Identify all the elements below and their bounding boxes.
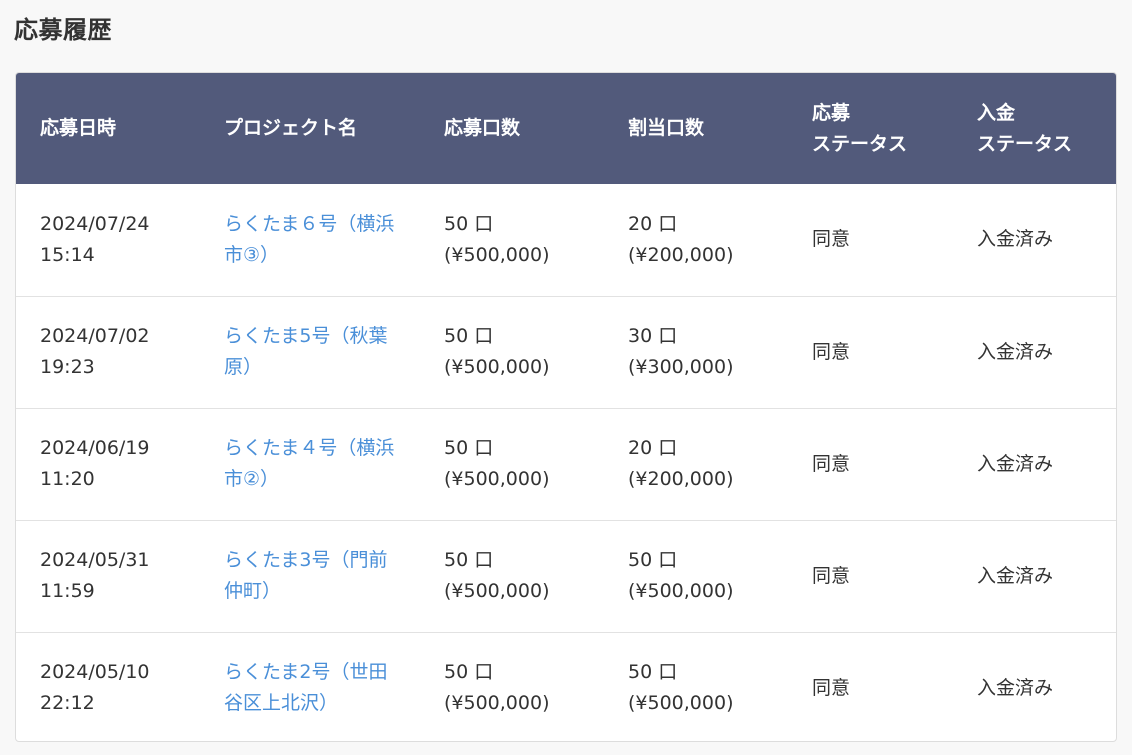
header-project: プロジェクト名	[224, 117, 358, 139]
cell-date: 2024/07/02 19:23	[16, 296, 224, 408]
cell-allocated: 50 口 (¥500,000)	[628, 520, 812, 632]
page-title: 応募履歴	[14, 16, 112, 44]
project-link[interactable]: らくたま5号（秋葉原）	[224, 321, 399, 383]
cell-units: 50 口 (¥500,000)	[444, 296, 628, 408]
allocated-count: 20 口	[628, 437, 678, 459]
cell-date: 2024/07/24 15:14	[16, 184, 224, 296]
cell-units: 50 口 (¥500,000)	[444, 520, 628, 632]
cell-date: 2024/05/31 11:59	[16, 520, 224, 632]
allocated-count: 20 口	[628, 212, 678, 235]
project-link[interactable]: らくたま3号（門前仲町）	[224, 545, 399, 607]
cell-project: らくたま2号（世田谷区上北沢）	[224, 632, 444, 741]
allocated-amount: (¥200,000)	[628, 243, 734, 266]
header-units: 応募口数	[444, 117, 521, 139]
table-header-row: 応募日時 プロジェクト名 応募口数 割当口数 応募 ステータス 入金 ステータス	[16, 73, 1116, 184]
table-body: 2024/07/24 15:14 らくたま６号（横浜市③） 50 口 (¥500…	[16, 184, 1116, 741]
units-count: 50 口	[444, 661, 494, 684]
units-amount: (¥500,000)	[444, 692, 550, 715]
application-history-table-card: 応募日時 プロジェクト名 応募口数 割当口数 応募 ステータス 入金 ステータス…	[15, 72, 1117, 742]
table-row: 2024/07/24 15:14 らくたま６号（横浜市③） 50 口 (¥500…	[16, 184, 1116, 296]
project-link[interactable]: らくたま６号（横浜市③）	[224, 209, 399, 271]
header-date: 応募日時	[40, 117, 117, 139]
units-count: 50 口	[444, 549, 494, 571]
table-row: 2024/05/10 22:12 らくたま2号（世田谷区上北沢） 50 口 (¥…	[16, 632, 1116, 741]
units-count: 50 口	[444, 437, 494, 459]
units-count: 50 口	[444, 212, 494, 235]
units-amount: (¥500,000)	[444, 580, 550, 602]
date-text: 2024/06/19	[40, 437, 150, 459]
time-text: 11:59	[40, 580, 95, 602]
cell-allocated: 20 口 (¥200,000)	[628, 408, 812, 520]
cell-allocated: 20 口 (¥200,000)	[628, 184, 812, 296]
header-allocated: 割当口数	[628, 117, 705, 139]
allocated-amount: (¥500,000)	[628, 580, 734, 602]
cell-allocated: 50 口 (¥500,000)	[628, 632, 812, 741]
cell-application-status: 同意	[812, 676, 851, 699]
date-text: 2024/05/10	[40, 661, 150, 684]
allocated-count: 50 口	[628, 661, 678, 684]
date-text: 2024/07/24	[40, 212, 150, 235]
cell-project: らくたま６号（横浜市③）	[224, 184, 444, 296]
cell-application-status: 同意	[812, 564, 851, 587]
project-link[interactable]: らくたま2号（世田谷区上北沢）	[224, 657, 399, 719]
cell-payment-status: 入金済み	[977, 228, 1054, 251]
cell-payment-status: 入金済み	[977, 676, 1054, 699]
cell-application-status: 同意	[812, 452, 851, 475]
allocated-amount: (¥500,000)	[628, 692, 734, 715]
cell-units: 50 口 (¥500,000)	[444, 184, 628, 296]
table-row: 2024/07/02 19:23 らくたま5号（秋葉原） 50 口 (¥500,…	[16, 296, 1116, 408]
time-text: 22:12	[40, 692, 95, 715]
units-amount: (¥500,000)	[444, 356, 550, 378]
date-text: 2024/07/02	[40, 325, 150, 347]
header-application-status: 応募 ステータス	[812, 101, 908, 155]
allocated-count: 30 口	[628, 325, 678, 347]
cell-application-status: 同意	[812, 228, 851, 251]
time-text: 19:23	[40, 356, 95, 378]
allocated-amount: (¥200,000)	[628, 468, 734, 490]
table-row: 2024/06/19 11:20 らくたま４号（横浜市②） 50 口 (¥500…	[16, 408, 1116, 520]
units-amount: (¥500,000)	[444, 243, 550, 266]
table-header: 応募日時 プロジェクト名 応募口数 割当口数 応募 ステータス 入金 ステータス	[16, 73, 1116, 184]
application-history-table: 応募日時 プロジェクト名 応募口数 割当口数 応募 ステータス 入金 ステータス…	[16, 73, 1116, 741]
cell-application-status: 同意	[812, 340, 851, 363]
allocated-count: 50 口	[628, 549, 678, 571]
project-link[interactable]: らくたま４号（横浜市②）	[224, 433, 399, 495]
cell-allocated: 30 口 (¥300,000)	[628, 296, 812, 408]
time-text: 15:14	[40, 243, 95, 266]
cell-payment-status: 入金済み	[977, 340, 1054, 363]
table-row: 2024/05/31 11:59 らくたま3号（門前仲町） 50 口 (¥500…	[16, 520, 1116, 632]
units-count: 50 口	[444, 325, 494, 347]
date-text: 2024/05/31	[40, 549, 150, 571]
cell-project: らくたま5号（秋葉原）	[224, 296, 444, 408]
time-text: 11:20	[40, 468, 95, 490]
units-amount: (¥500,000)	[444, 468, 550, 490]
header-payment-status: 入金 ステータス	[977, 101, 1073, 155]
cell-date: 2024/06/19 11:20	[16, 408, 224, 520]
cell-payment-status: 入金済み	[977, 452, 1054, 475]
cell-units: 50 口 (¥500,000)	[444, 408, 628, 520]
cell-payment-status: 入金済み	[977, 564, 1054, 587]
cell-project: らくたま４号（横浜市②）	[224, 408, 444, 520]
cell-project: らくたま3号（門前仲町）	[224, 520, 444, 632]
allocated-amount: (¥300,000)	[628, 356, 734, 378]
cell-date: 2024/05/10 22:12	[16, 632, 224, 741]
cell-units: 50 口 (¥500,000)	[444, 632, 628, 741]
